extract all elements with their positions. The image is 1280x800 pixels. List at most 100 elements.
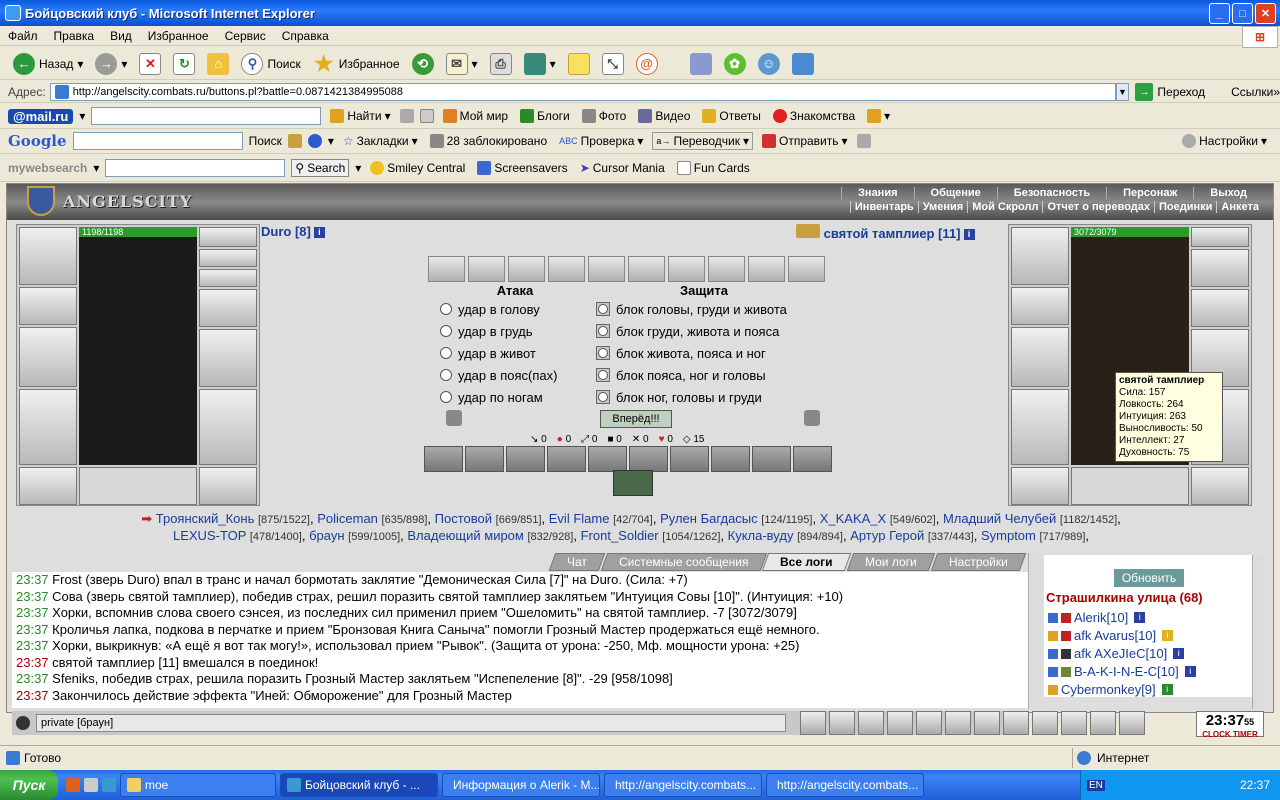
history-button[interactable]: ⟲ — [407, 51, 439, 77]
scroll-slot[interactable] — [547, 256, 585, 282]
mailru-search-input[interactable] — [91, 107, 322, 125]
print-button[interactable]: ⎙ — [485, 51, 517, 77]
skill-button[interactable] — [465, 446, 504, 472]
edit-button[interactable]: ▾ — [519, 51, 561, 77]
tab-chat[interactable]: Чат — [548, 553, 606, 571]
google-search-button[interactable]: Поиск — [249, 134, 282, 148]
menu-tools[interactable]: Сервис — [217, 29, 274, 43]
mail-button[interactable]: ✉ ▾ — [441, 51, 483, 77]
user-name[interactable]: afk Avarus[10] — [1074, 628, 1156, 643]
menu-view[interactable]: Вид — [102, 29, 140, 43]
quicklaunch-icon[interactable] — [84, 778, 98, 792]
google-spellcheck-button[interactable]: ABC Проверка ▾ — [556, 133, 646, 149]
discuss-button[interactable] — [563, 51, 595, 77]
mailru-extra-button[interactable]: ▾ — [864, 108, 893, 124]
earrings-slot[interactable] — [1191, 227, 1249, 247]
skill-button[interactable] — [588, 446, 627, 472]
info-icon[interactable]: i — [963, 229, 975, 241]
user-row[interactable]: Cybermonkey[9] i — [1048, 682, 1173, 697]
special-skill-button[interactable] — [613, 470, 653, 496]
user-row[interactable]: Alerik[10] i — [1048, 610, 1146, 625]
exit-button[interactable] — [1119, 711, 1145, 735]
language-indicator[interactable]: EN — [1087, 779, 1105, 791]
go-button[interactable]: → Переход — [1135, 82, 1205, 101]
back-button[interactable]: ← Назад ▾ — [8, 51, 88, 77]
user-row[interactable]: afk AXeJIeC[10] i — [1048, 646, 1185, 661]
google-send-button[interactable]: Отправить ▾ — [759, 133, 851, 149]
radio-icon[interactable] — [596, 346, 610, 360]
messenger-button[interactable]: @ — [631, 51, 663, 77]
forward-button[interactable]: Вперёд!!! — [600, 410, 672, 428]
helmet-slot[interactable] — [1011, 227, 1069, 285]
contacts-button[interactable]: ☺ — [753, 51, 785, 77]
belt-slot[interactable] — [19, 467, 77, 505]
participant-name[interactable]: Front_Soldier — [581, 528, 659, 543]
quicklaunch-icon[interactable] — [66, 778, 80, 792]
info-icon[interactable]: i — [1173, 648, 1185, 659]
nav-transfers[interactable]: Отчет о переводах — [1042, 201, 1154, 213]
nav-my-scroll[interactable]: Мой Скролл — [967, 201, 1042, 213]
participant-name[interactable]: Владеющий миром — [407, 528, 523, 543]
user-row[interactable]: afk Avarus[10] i — [1048, 628, 1174, 643]
refresh-button[interactable]: Обновить — [1114, 569, 1184, 587]
search-button[interactable]: ⚲ Поиск — [236, 51, 305, 77]
participant-name[interactable]: браун — [309, 528, 344, 543]
smiley-central-link[interactable]: Smiley Central — [367, 160, 468, 176]
boots-slot[interactable] — [1191, 467, 1249, 505]
favorites-button[interactable]: ★ Избранное — [308, 51, 405, 77]
tab-system[interactable]: Системные сообщения — [600, 553, 767, 571]
mailru-blogs-button[interactable]: Блоги — [517, 108, 573, 124]
attack-head-option[interactable]: удар в голову — [440, 302, 590, 317]
radio-icon[interactable] — [440, 369, 452, 381]
scroll-slot[interactable] — [467, 256, 505, 282]
bracer-slot[interactable] — [1011, 287, 1069, 325]
task-angelscity-2[interactable]: http://angelscity.combats... — [766, 773, 924, 797]
quicklaunch-icon[interactable] — [102, 778, 116, 792]
shield-slot[interactable] — [199, 329, 257, 387]
tab-all-logs[interactable]: Все логи — [762, 553, 852, 571]
user-row[interactable]: B-A-K-I-N-E-C[10] i — [1048, 664, 1196, 679]
chat-mode-icon[interactable] — [16, 716, 30, 730]
bracer-slot[interactable] — [19, 287, 77, 325]
pen-icon[interactable] — [856, 134, 871, 148]
user-name[interactable]: Cybermonkey[9] — [1061, 682, 1156, 697]
runes-slot[interactable] — [1071, 467, 1189, 505]
address-dropdown-icon[interactable]: ▼ — [1115, 82, 1130, 101]
calc-icon[interactable] — [419, 109, 434, 123]
pencil-icon[interactable] — [399, 109, 414, 123]
task-moe[interactable]: moe — [120, 773, 276, 797]
boots-slot[interactable] — [199, 467, 257, 505]
save-log-button[interactable] — [887, 711, 913, 735]
nav-battles[interactable]: Поединки — [1154, 201, 1216, 213]
scroll-slot[interactable] — [427, 256, 465, 282]
radio-icon[interactable] — [596, 390, 610, 404]
mywebsearch-search-button[interactable]: ⚲ Search — [291, 159, 350, 177]
close-button[interactable]: ✕ — [1255, 3, 1276, 24]
scroll-slot[interactable] — [667, 256, 705, 282]
radio-icon[interactable] — [440, 391, 452, 403]
nav-exit[interactable]: Выход — [1193, 187, 1263, 199]
maximize-button[interactable]: □ — [1232, 3, 1253, 24]
nav-character[interactable]: Персонаж — [1106, 187, 1193, 199]
chat-input[interactable]: private [браун] — [36, 714, 786, 732]
rings-slot[interactable] — [1191, 249, 1249, 287]
filter-button[interactable] — [858, 711, 884, 735]
participant-name[interactable]: LEXUS-TOP — [173, 528, 246, 543]
helmet-slot[interactable] — [19, 227, 77, 285]
shield-right-icon[interactable] — [804, 410, 820, 426]
participant-name[interactable]: Артур Герой — [850, 528, 924, 543]
menu-help[interactable]: Справка — [274, 29, 337, 43]
refresh-button[interactable]: ↻ — [168, 51, 200, 77]
player-left-name[interactable]: Duro [8] i — [261, 224, 325, 239]
nav-inventory[interactable]: Инвентарь — [849, 201, 918, 213]
skill-button[interactable] — [424, 446, 463, 472]
smiley-button[interactable] — [1003, 711, 1029, 735]
mailru-myworld-button[interactable]: Мой мир — [440, 108, 511, 124]
nav-profile[interactable]: Анкета — [1216, 201, 1263, 213]
google-search-input[interactable] — [72, 132, 243, 150]
potion-button[interactable] — [1032, 711, 1058, 735]
pants-slot[interactable] — [199, 389, 257, 465]
radio-icon[interactable] — [596, 324, 610, 338]
radio-icon[interactable] — [440, 325, 452, 337]
scroll-slot[interactable] — [627, 256, 665, 282]
